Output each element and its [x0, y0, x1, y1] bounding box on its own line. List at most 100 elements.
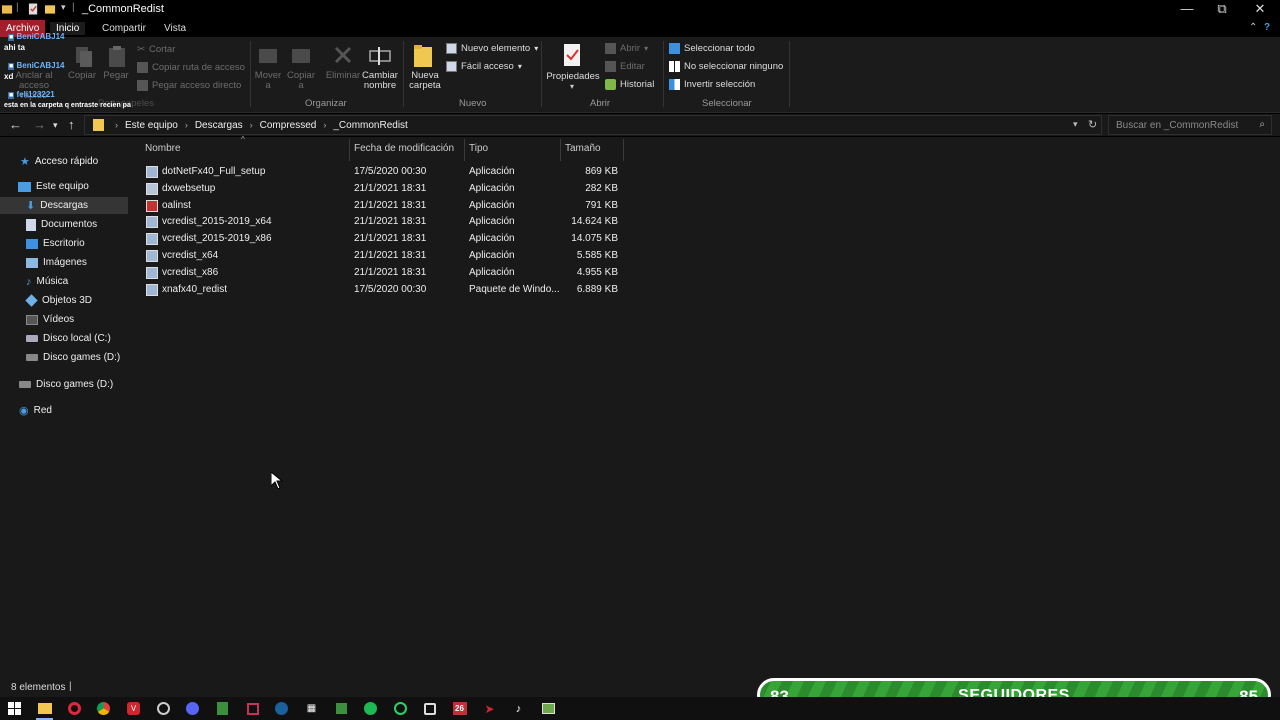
search-input[interactable]: Buscar en _CommonRedist ⌕ — [1108, 115, 1272, 135]
taskbar-chrome[interactable] — [95, 700, 112, 717]
nav-item-videos[interactable]: Vídeos — [26, 311, 74, 328]
cut-button[interactable]: ✂ Cortar — [137, 44, 175, 55]
restore-button[interactable]: ⧉ — [1207, 1, 1237, 17]
new-item-button[interactable]: Nuevo elemento ▾ — [446, 43, 538, 54]
taskbar-app-cube[interactable] — [333, 700, 350, 717]
copy-path-button[interactable]: Copiar ruta de acceso — [137, 62, 245, 73]
chevron-right-icon[interactable]: › — [182, 120, 191, 130]
column-header-size[interactable]: Tamaño — [565, 143, 601, 163]
taskbar-app-v[interactable] — [244, 700, 261, 717]
nav-item-imagenes[interactable]: Imágenes — [26, 254, 87, 271]
select-none-button[interactable]: No seleccionar ninguno — [669, 61, 783, 72]
file-name: vcredist_2015-2019_x86 — [162, 233, 272, 245]
nav-item-disco-local-c[interactable]: Disco local (C:) — [26, 330, 111, 347]
close-button[interactable]: ✕ — [1245, 1, 1275, 17]
new-folder-quick-icon[interactable] — [45, 3, 56, 15]
forward-button[interactable]: → — [33, 117, 46, 132]
file-row[interactable]: dxwebsetup 21/1/2021 18:31 Aplicación 282 K… — [140, 181, 620, 198]
invert-selection-button[interactable]: Invertir selección — [669, 79, 755, 90]
nav-item-disco-games-d[interactable]: Disco games (D:) — [26, 349, 120, 366]
properties-button[interactable]: Propiedades — [545, 72, 601, 82]
file-row[interactable]: xnafx40_redist 17/5/2020 00:30 Paquete de … — [140, 282, 620, 299]
nav-this-pc[interactable]: Este equipo — [18, 178, 89, 195]
breadcrumb-commonredist[interactable]: _CommonRedist — [329, 120, 411, 131]
taskbar-whatsapp[interactable] — [392, 700, 409, 717]
open-button[interactable]: Abrir ▾ — [605, 43, 648, 54]
taskbar-app-box[interactable] — [421, 700, 438, 717]
new-folder-button[interactable]: Nueva carpeta — [406, 71, 444, 91]
file-row[interactable]: dotNetFx40_Full_setup 17/5/2020 00:30 Apli… — [140, 164, 620, 181]
refresh-icon[interactable]: ↻ — [1088, 118, 1097, 131]
file-date: 17/5/2020 00:30 — [354, 283, 427, 295]
nav-item-documentos[interactable]: Documentos — [26, 216, 97, 233]
paste-shortcut-button[interactable]: Pegar acceso directo — [137, 80, 241, 91]
column-header-name[interactable]: Nombre — [145, 143, 181, 163]
properties-icon — [564, 44, 580, 66]
taskbar-app-arrow[interactable]: ➤ — [481, 700, 498, 717]
file-row[interactable]: vcredist_x64 21/1/2021 18:31 Aplicación 5.5… — [140, 248, 620, 265]
file-row[interactable]: oalinst 21/1/2021 18:31 Aplicación 791 KB — [140, 198, 620, 215]
taskbar-calendar[interactable]: 26 — [451, 700, 468, 717]
column-separator[interactable] — [623, 139, 624, 161]
taskbar-app-grid[interactable]: ▦ — [303, 700, 320, 717]
edit-label: Editar — [620, 61, 645, 72]
taskbar-tiktok[interactable]: ♪ — [510, 700, 527, 717]
group-label-organize: Organizar — [305, 98, 347, 109]
move-to-button[interactable]: Mover a — [252, 71, 284, 91]
paste-button[interactable]: Pegar — [101, 71, 131, 81]
taskbar-spotify[interactable] — [362, 700, 379, 717]
taskbar-obs[interactable] — [155, 700, 172, 717]
taskbar-minecraft[interactable] — [214, 700, 231, 717]
column-header-type[interactable]: Tipo — [469, 143, 488, 163]
breadcrumb-compressed[interactable]: Compressed — [256, 120, 321, 131]
nav-item-escritorio[interactable]: Escritorio — [26, 235, 85, 252]
chevron-right-icon[interactable]: › — [320, 120, 329, 130]
column-separator[interactable] — [349, 139, 350, 161]
video-icon — [26, 314, 38, 325]
easy-access-button[interactable]: Fácil acceso ▾ — [446, 61, 522, 72]
customize-quick-access-icon[interactable]: ▾ — [61, 2, 66, 13]
breadcrumb-descargas[interactable]: Descargas — [191, 120, 247, 131]
column-separator[interactable] — [560, 139, 561, 161]
nav-quick-access[interactable]: ★ Acceso rápido — [20, 153, 98, 170]
tab-vista[interactable]: Vista — [158, 22, 192, 35]
taskbar-steam[interactable] — [273, 700, 290, 717]
column-header-date[interactable]: Fecha de modificación — [354, 143, 454, 163]
chat-user-name: BeniCABJ14 — [16, 61, 65, 70]
delete-button[interactable]: Eliminar — [324, 71, 362, 81]
up-button[interactable]: ↑ — [68, 117, 75, 132]
column-separator[interactable] — [464, 139, 465, 161]
copy-button[interactable]: Copiar — [66, 71, 98, 81]
taskbar-opera[interactable] — [66, 700, 83, 717]
history-button[interactable]: Historial — [605, 79, 654, 90]
file-row[interactable]: vcredist_2015-2019_x86 21/1/2021 18:31 Apl… — [140, 231, 620, 248]
nav-drive-d[interactable]: Disco games (D:) — [19, 376, 113, 393]
nav-network[interactable]: ◉ Red — [19, 402, 52, 419]
tab-compartir[interactable]: Compartir — [96, 22, 152, 35]
taskbar-discord[interactable] — [184, 700, 201, 717]
address-bar[interactable]: › Este equipo › Descargas › Compressed ›… — [84, 115, 1102, 135]
help-icon[interactable]: ? — [1264, 22, 1270, 33]
rename-button[interactable]: Cambiar nombre — [361, 71, 399, 91]
properties-quick-icon[interactable] — [28, 3, 39, 15]
collapse-ribbon-icon[interactable]: ⌃ — [1249, 22, 1257, 33]
recent-locations-button[interactable]: ▾ — [53, 120, 58, 131]
back-button[interactable]: ← — [9, 117, 22, 132]
copy-to-button[interactable]: Copiar a — [285, 71, 317, 91]
breadcrumb-este-equipo[interactable]: Este equipo — [121, 120, 182, 131]
taskbar-vivaldi[interactable]: V — [125, 700, 142, 717]
edit-button[interactable]: Editar — [605, 61, 645, 72]
nav-item-objetos-3d[interactable]: Objetos 3D — [25, 292, 92, 309]
nav-item-musica[interactable]: ♪ Música — [26, 273, 68, 290]
minimize-button[interactable]: — — [1172, 1, 1202, 16]
file-row[interactable]: vcredist_x86 21/1/2021 18:31 Aplicación 4.9… — [140, 265, 620, 282]
taskbar-app-image[interactable] — [540, 700, 557, 717]
start-button[interactable] — [6, 700, 23, 717]
select-all-button[interactable]: Seleccionar todo — [669, 43, 755, 54]
chevron-right-icon[interactable]: › — [112, 120, 121, 130]
file-row[interactable]: vcredist_2015-2019_x64 21/1/2021 18:31 Apl… — [140, 214, 620, 231]
taskbar-file-explorer[interactable] — [36, 700, 53, 720]
address-dropdown-icon[interactable]: ▾ — [1073, 119, 1078, 130]
chevron-right-icon[interactable]: › — [247, 120, 256, 130]
nav-item-descargas[interactable]: ⬇ Descargas — [0, 197, 128, 214]
